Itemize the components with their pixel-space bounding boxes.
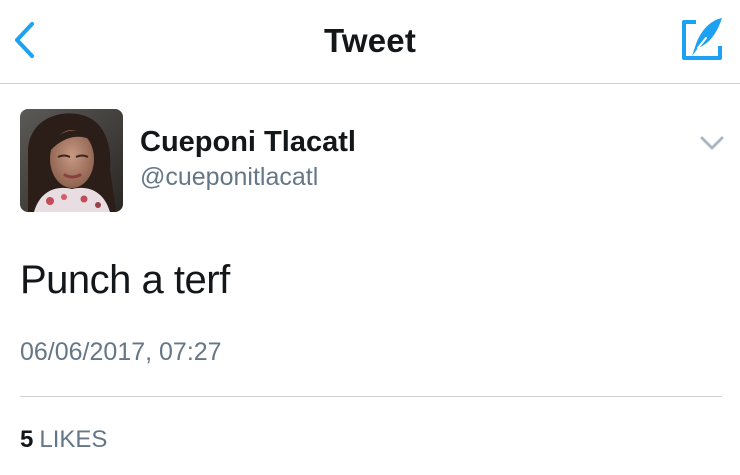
divider bbox=[20, 396, 722, 397]
author-handle[interactable]: @cueponitlacatl bbox=[140, 163, 318, 192]
compose-tweet-button[interactable] bbox=[676, 14, 728, 66]
compose-feather-icon bbox=[682, 18, 722, 60]
avatar[interactable] bbox=[20, 109, 123, 212]
tweet-timestamp: 06/06/2017, 07:27 bbox=[20, 338, 222, 366]
navigation-bar: Tweet bbox=[0, 0, 740, 84]
likes-link[interactable]: 5 LIKES bbox=[20, 426, 107, 454]
profile-photo bbox=[20, 109, 123, 212]
page-title: Tweet bbox=[323, 22, 417, 59]
tweet-text: Punch a terf bbox=[20, 258, 230, 302]
tweet-options-button[interactable] bbox=[698, 131, 726, 155]
likes-count: 5 bbox=[20, 426, 34, 453]
author-display-name[interactable]: Cueponi Tlacatl bbox=[140, 126, 356, 159]
likes-label: LIKES bbox=[39, 426, 108, 453]
chevron-down-icon bbox=[700, 136, 724, 150]
